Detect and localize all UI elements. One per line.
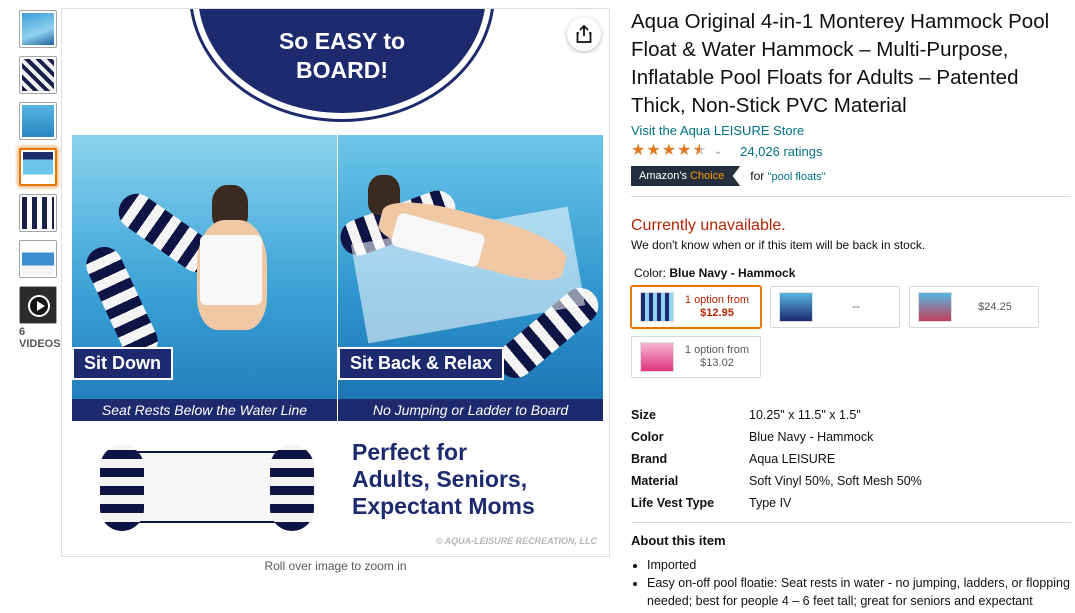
- swatch-option-text: 1 option from: [684, 294, 750, 306]
- spec-value: Type IV: [749, 496, 792, 510]
- spec-key: Material: [631, 474, 679, 488]
- swatch-price: 1 option from $12.95: [674, 294, 760, 320]
- swatch-price: --: [813, 301, 899, 314]
- choice-query-link[interactable]: "pool floats": [768, 171, 826, 183]
- choice-word: Choice: [690, 170, 725, 182]
- swatch-option-2[interactable]: --: [770, 286, 900, 328]
- spec-key: Size: [631, 408, 657, 422]
- swatch-image: [640, 292, 674, 322]
- sit-down-label: Sit Down: [72, 347, 173, 380]
- swatch-option-text: 1 option from: [684, 344, 750, 356]
- sit-back-label: Sit Back & Relax: [338, 347, 505, 380]
- availability-note: We don't know when or if this item will …: [631, 238, 926, 252]
- swatch-image: [779, 292, 813, 322]
- rating-row: ★ ★ ★ ★ ★ ⌄ 24,026 ratings: [631, 142, 1071, 160]
- spec-row-brand: Brand Aqua LEISURE: [631, 448, 1071, 470]
- video-count-label: 6 VIDEOS: [19, 326, 61, 350]
- swatch-image: [918, 292, 952, 322]
- divider: [631, 522, 1071, 523]
- audience-line-2: Adults, Seniors,: [352, 466, 528, 492]
- hammock-product-photo: [100, 437, 315, 537]
- amazons-choice-row: Amazon's Choice for "pool floats": [631, 166, 1071, 186]
- play-icon: [28, 295, 50, 317]
- swatch-price-value: $13.02: [700, 357, 734, 369]
- sit-down-caption: Seat Rests Below the Water Line: [72, 399, 337, 421]
- product-title: Aqua Original 4-in-1 Monterey Hammock Po…: [631, 10, 1050, 117]
- color-label-prefix: Color:: [634, 266, 670, 280]
- video-thumbnail[interactable]: [19, 286, 57, 324]
- spec-row-size: Size 10.25" x 11.5" x 1.5": [631, 404, 1071, 426]
- audience-line-3: Expectant Moms: [352, 493, 535, 519]
- swatch-image: [640, 342, 674, 372]
- star-icon: ★: [631, 142, 646, 159]
- thumbnail-5[interactable]: [19, 194, 57, 232]
- ratings-count-link[interactable]: 24,026 ratings: [740, 144, 822, 159]
- swatch-option-3[interactable]: $24.25: [909, 286, 1039, 328]
- chevron-down-icon[interactable]: ⌄: [714, 146, 722, 157]
- choice-for-label: for: [750, 169, 768, 183]
- spec-key: Color: [631, 430, 664, 444]
- choice-for-text: for "pool floats": [750, 169, 825, 183]
- thumbnail-2[interactable]: [19, 56, 57, 94]
- spec-row-color: Color Blue Navy - Hammock: [631, 426, 1071, 448]
- amazons-choice-badge: Amazon's Choice: [631, 166, 741, 186]
- sit-back-photo: Sit Back & Relax No Jumping or Ladder to…: [338, 135, 603, 421]
- spec-key: Life Vest Type: [631, 496, 715, 510]
- about-bullet: Imported: [647, 556, 1071, 574]
- thumbnail-6[interactable]: [19, 240, 57, 278]
- thumbnail-1[interactable]: [19, 10, 57, 48]
- product-info: Aqua Original 4-in-1 Monterey Hammock Po…: [631, 8, 1071, 613]
- half-star-icon: ★: [692, 142, 707, 159]
- spec-value: Aqua LEISURE: [749, 452, 836, 466]
- store-link[interactable]: Visit the Aqua LEISURE Store: [631, 123, 1071, 138]
- main-product-image[interactable]: So EASY to BOARD! Sit Down Seat Rests Be…: [61, 8, 610, 557]
- availability-status: Currently unavailable.: [631, 217, 786, 234]
- swatch-price-value: $12.95: [700, 307, 734, 319]
- color-swatches: 1 option from $12.95 -- $24.25 1 option f…: [631, 286, 1071, 398]
- product-specs: Size 10.25" x 11.5" x 1.5" Color Blue Navy…: [631, 404, 1071, 514]
- selected-color-name: Blue Navy - Hammock: [669, 266, 796, 280]
- badge-line-2: BOARD!: [296, 57, 388, 83]
- spec-row-material: Material Soft Vinyl 50%, Soft Mesh 50%: [631, 470, 1071, 492]
- badge-text: So EASY to BOARD!: [252, 27, 432, 85]
- spec-value: Soft Vinyl 50%, Soft Mesh 50%: [749, 474, 922, 488]
- spec-value: 10.25" x 11.5" x 1.5": [749, 408, 861, 422]
- swatch-price: 1 option from $13.02: [674, 344, 760, 370]
- badge-line-1: So EASY to: [278, 28, 406, 54]
- choice-prefix: Amazon's: [639, 170, 691, 182]
- about-bullets: Imported Easy on-off pool floatie: Seat …: [631, 556, 1071, 613]
- zoom-hint: Roll over image to zoom in: [264, 559, 407, 573]
- audience-headline: Perfect for Adults, Seniors, Expectant M…: [352, 439, 535, 520]
- swatch-price: $24.25: [952, 301, 1038, 314]
- swatch-option-text: --: [852, 300, 860, 313]
- audience-line-1: Perfect for: [352, 439, 468, 465]
- thumbnail-list: 6 VIDEOS: [19, 10, 61, 350]
- about-bullet: Easy on-off pool floatie: Seat rests in …: [647, 574, 1071, 613]
- star-icon: ★: [661, 142, 677, 159]
- share-button[interactable]: [567, 17, 601, 51]
- divider: [631, 196, 1071, 197]
- spec-row-life-vest-type: Life Vest Type Type IV: [631, 492, 1071, 514]
- star-icon: ★: [677, 142, 692, 159]
- color-selection-label: Color: Blue Navy - Hammock: [634, 266, 1071, 280]
- spec-key: Brand: [631, 452, 668, 466]
- swatch-option-4[interactable]: 1 option from $13.02: [631, 336, 761, 378]
- image-watermark: © AQUA-LEISURE RECREATION, LLC: [435, 536, 597, 546]
- thumbnail-4-selected[interactable]: [19, 148, 57, 186]
- star-icon: ★: [646, 142, 661, 159]
- star-rating[interactable]: ★ ★ ★ ★ ★: [631, 143, 708, 159]
- share-icon: [576, 25, 592, 43]
- thumbnail-3[interactable]: [19, 102, 57, 140]
- swatch-blue-navy-hammock[interactable]: 1 option from $12.95: [631, 286, 761, 328]
- sit-back-caption: No Jumping or Ladder to Board: [338, 399, 603, 421]
- about-heading: About this item: [631, 533, 726, 548]
- spec-value: Blue Navy - Hammock: [749, 430, 874, 444]
- swatch-price-value: $24.25: [978, 300, 1012, 313]
- sit-down-photo: Sit Down Seat Rests Below the Water Line: [72, 135, 337, 421]
